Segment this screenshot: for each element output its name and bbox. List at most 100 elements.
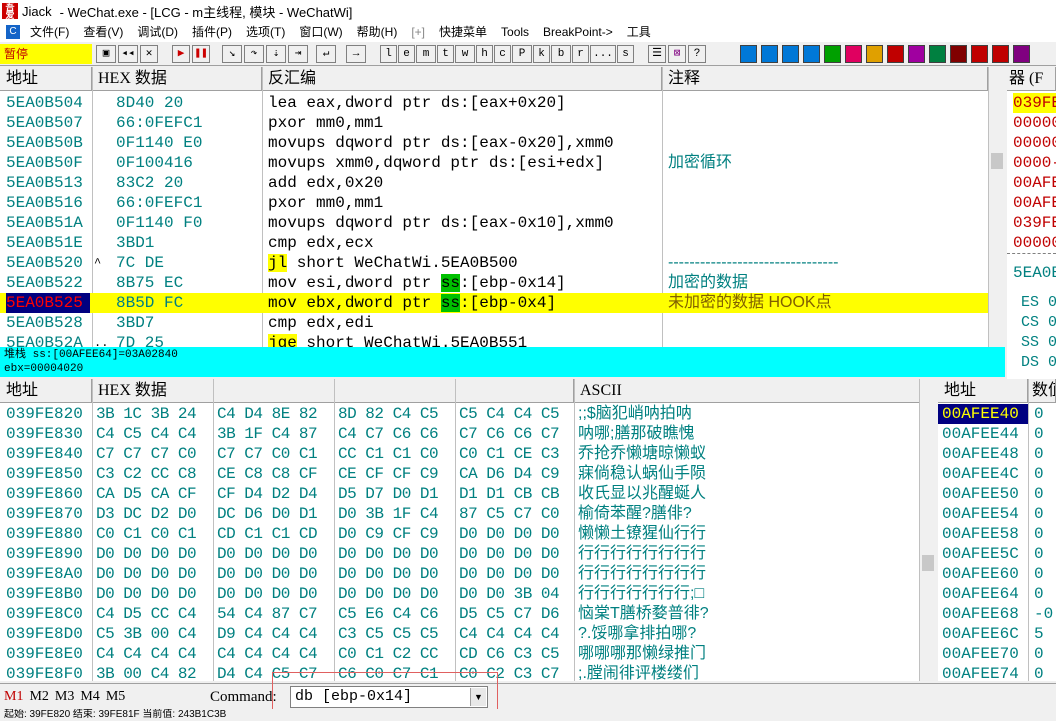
dump-header-hex[interactable]: HEX 数据 [92, 379, 574, 403]
plugin-button-9-icon[interactable] [929, 45, 946, 63]
plugin-button-7-icon[interactable] [887, 45, 904, 63]
memory-tab-m4[interactable]: M4 [80, 689, 99, 704]
disasm-row[interactable]: 5EA0B51A 0F1140 F0 movups dqword ptr ds:[e… [0, 213, 988, 233]
toolbar-letter-h[interactable]: h [476, 45, 493, 63]
dump-row[interactable]: 039FE830 C4 C5 C4 C4 3B 1F C4 87 C4 C7 C6 C… [0, 424, 919, 444]
stack-row[interactable]: 00AFEE44 0 [938, 424, 1056, 444]
disasm-scrollbar[interactable] [988, 67, 1005, 347]
disasm-header-address[interactable]: 地址 [0, 67, 92, 91]
plugin-button-3-icon[interactable] [803, 45, 820, 63]
step-over-icon[interactable]: ↷ [244, 45, 264, 63]
command-dropdown-icon[interactable]: ▼ [470, 688, 486, 706]
register-value[interactable]: 00AFE [1013, 173, 1056, 193]
plugin-button-8-icon[interactable] [908, 45, 925, 63]
rewind-icon[interactable]: ◂◂ [118, 45, 138, 63]
trace-into-icon[interactable]: ⇣ [266, 45, 286, 63]
disasm-row[interactable]: 5EA0B528 3BD7 cmp edx,edi [0, 313, 988, 333]
stack-header-value[interactable]: 数值 [1028, 379, 1056, 403]
disasm-row[interactable]: 5EA0B50F 0F100416 movups xmm0,dqword ptr d… [0, 153, 988, 173]
stack-row[interactable]: 00AFEE54 0 [938, 504, 1056, 524]
disasm-header-comment[interactable]: 注释 [662, 67, 988, 91]
menu-view[interactable]: 查看(V) [76, 22, 130, 42]
dump-scroll-thumb[interactable] [922, 555, 934, 571]
menu-app-icon[interactable]: C [6, 25, 20, 39]
menu-tools[interactable]: Tools [494, 22, 536, 42]
trace-over-icon[interactable]: ⇥ [288, 45, 308, 63]
stack-row[interactable]: 00AFEE60 0 [938, 564, 1056, 584]
menu-plugins[interactable]: 插件(P) [185, 22, 239, 42]
menu-help[interactable]: 帮助(H) [350, 22, 405, 42]
dump-row[interactable]: 039FE820 3B 1C 3B 24 C4 D4 8E 82 8D 82 C4 C… [0, 404, 919, 424]
execute-till-return-icon[interactable]: ↵ [316, 45, 336, 63]
stack-row[interactable]: 00AFEE5C 0 [938, 544, 1056, 564]
toolbar-letter-e[interactable]: e [398, 45, 415, 63]
stack-row[interactable]: 00AFEE4C 0 [938, 464, 1056, 484]
dump-row[interactable]: 039FE890 D0 D0 D0 D0 D0 D0 D0 D0 D0 D0 D0 D… [0, 544, 919, 564]
stack-row[interactable]: 00AFEE64 0 [938, 584, 1056, 604]
kill-icon[interactable]: ⊠ [668, 45, 686, 63]
dump-row[interactable]: 039FE850 C3 C2 CC C8 CE C8 C8 CF CE CF CF C… [0, 464, 919, 484]
toolbar-letter-c[interactable]: c [494, 45, 511, 63]
stack-row[interactable]: 00AFEE68 -0 [938, 604, 1056, 624]
dump-row[interactable]: 039FE8E0 C4 C4 C4 C4 C4 C4 C4 C4 C0 C1 C2 C… [0, 644, 919, 664]
step-into-icon[interactable]: ↘ [222, 45, 242, 63]
run-icon[interactable]: ▶ [172, 45, 190, 63]
register-value[interactable]: 039FE [1013, 213, 1056, 233]
register-value[interactable]: 00000 [1013, 133, 1056, 153]
plugin-button-12-icon[interactable] [992, 45, 1009, 63]
disasm-row[interactable]: 5EA0B520 ^ 7C DE jl short WeChatWi.5EA0B500… [0, 253, 988, 273]
dump-header-address[interactable]: 地址 [0, 379, 92, 403]
stack-row[interactable]: 00AFEE48 0 [938, 444, 1056, 464]
memory-tab-m1[interactable]: M1 [4, 689, 23, 704]
dump-row[interactable]: 039FE840 C7 C7 C7 C0 C7 C7 C0 C1 CC C1 C1 C… [0, 444, 919, 464]
disasm-row[interactable]: 5EA0B52A.. 7D 25 jge short WeChatWi.5EA0B5… [0, 333, 988, 347]
dump-scrollbar[interactable] [919, 379, 936, 681]
register-value[interactable]: 0000- [1013, 153, 1056, 173]
plugin-button-5-icon[interactable] [845, 45, 862, 63]
disasm-scroll-thumb[interactable] [991, 153, 1003, 169]
toolbar-letter-t[interactable]: t [437, 45, 454, 63]
menu-options[interactable]: 选项(T) [239, 22, 292, 42]
disasm-row[interactable]: 5EA0B516 66:0FEFC1 pxor mm0,mm1 [0, 193, 988, 213]
toolbar-letter-r[interactable]: r [572, 45, 589, 63]
stack-row[interactable]: 00AFEE70 0 [938, 644, 1056, 664]
menu-debug[interactable]: 调试(D) [130, 22, 185, 42]
register-value[interactable]: 039FE [1013, 93, 1056, 113]
disasm-header-hex[interactable]: HEX 数据 [92, 67, 262, 91]
register-eip[interactable]: 5EA0B [1013, 263, 1056, 283]
disasm-row[interactable]: 5EA0B504 8D40 20 lea eax,dword ptr ds:[eax… [0, 93, 988, 113]
command-input[interactable]: db [ebp-0x14] ▼ [290, 686, 488, 708]
plugin-button-6-icon[interactable] [866, 45, 883, 63]
dump-row[interactable]: 039FE8A0 D0 D0 D0 D0 D0 D0 D0 D0 D0 D0 D0 D… [0, 564, 919, 584]
toolbar-letter-l[interactable]: l [380, 45, 397, 63]
memory-tab-m2[interactable]: M2 [29, 689, 48, 704]
toolbar-letter-s[interactable]: s [617, 45, 634, 63]
open-icon[interactable]: ▣ [96, 45, 116, 63]
toolbar-letter-k[interactable]: k [533, 45, 550, 63]
menu-shortcut[interactable]: 快捷菜单 [432, 22, 494, 42]
menu-breakpoint[interactable]: BreakPoint-> [536, 22, 620, 42]
disasm-row[interactable]: 5EA0B51E 3BD1 cmp edx,ecx [0, 233, 988, 253]
plugin-button-0-icon[interactable] [740, 45, 757, 63]
dump-row[interactable]: 039FE8D0 C5 3B 00 C4 D9 C4 C4 C4 C3 C5 C5 C… [0, 624, 919, 644]
pause-icon[interactable]: ❚❚ [192, 45, 210, 63]
disasm-row[interactable]: 5EA0B522 8B75 EC mov esi,dword ptr ss:[ebp… [0, 273, 988, 293]
memory-tab-m5[interactable]: M5 [106, 689, 125, 704]
menu-utility[interactable]: 工具 [620, 22, 658, 42]
dump-row[interactable]: 039FE8C0 C4 D5 CC C4 54 C4 87 C7 C5 E6 C4 C… [0, 604, 919, 624]
plugin-button-2-icon[interactable] [782, 45, 799, 63]
disasm-row[interactable]: 5EA0B50B 0F1140 E0 movups dqword ptr ds:[e… [0, 133, 988, 153]
stack-row[interactable]: 00AFEE50 0 [938, 484, 1056, 504]
stack-row[interactable]: 00AFEE40 0 [938, 404, 1056, 424]
register-value[interactable]: 00AFE [1013, 193, 1056, 213]
disasm-row[interactable]: 5EA0B513 83C2 20 add edx,0x20 [0, 173, 988, 193]
dump-row[interactable]: 039FE8B0 D0 D0 D0 D0 D0 D0 D0 D0 D0 D0 D0 D… [0, 584, 919, 604]
close-icon[interactable]: ✕ [140, 45, 158, 63]
stack-row[interactable]: 00AFEE6C 5 [938, 624, 1056, 644]
disasm-row[interactable]: 5EA0B525 8B5D FC mov ebx,dword ptr ss:[ebp… [0, 293, 988, 313]
stack-header-address[interactable]: 地址 [938, 379, 1028, 403]
dump-row[interactable]: 039FE870 D3 DC D2 D0 DC D6 D0 D1 D0 3B 1F C… [0, 504, 919, 524]
toolbar-letter-m[interactable]: m [416, 45, 436, 63]
disasm-row[interactable]: 5EA0B507 66:0FEFC1 pxor mm0,mm1 [0, 113, 988, 133]
plugin-button-13-icon[interactable] [1013, 45, 1030, 63]
